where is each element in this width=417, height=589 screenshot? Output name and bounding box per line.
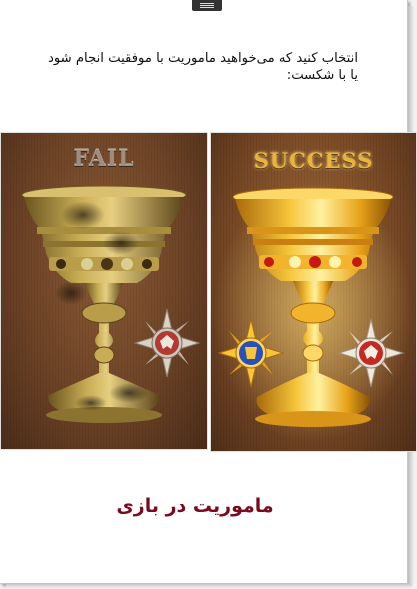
caption-title: ماموریت در بازی bbox=[116, 495, 274, 517]
success-card[interactable]: SUCCESS bbox=[210, 132, 417, 452]
red-eagle-emblem-icon bbox=[133, 308, 201, 378]
success-title: SUCCESS bbox=[253, 148, 374, 173]
page-edge-shadow-bottom bbox=[6, 583, 410, 588]
fail-title: FAIL bbox=[73, 146, 135, 172]
tarnished-goblet-icon bbox=[21, 185, 201, 423]
fail-card[interactable]: FAIL bbox=[0, 132, 208, 450]
golden-goblet-icon bbox=[213, 183, 413, 443]
menu-icon[interactable] bbox=[192, 0, 222, 11]
instruction-text: انتخاب کنید که می‌خواهید ماموریت با موفق… bbox=[47, 51, 358, 83]
